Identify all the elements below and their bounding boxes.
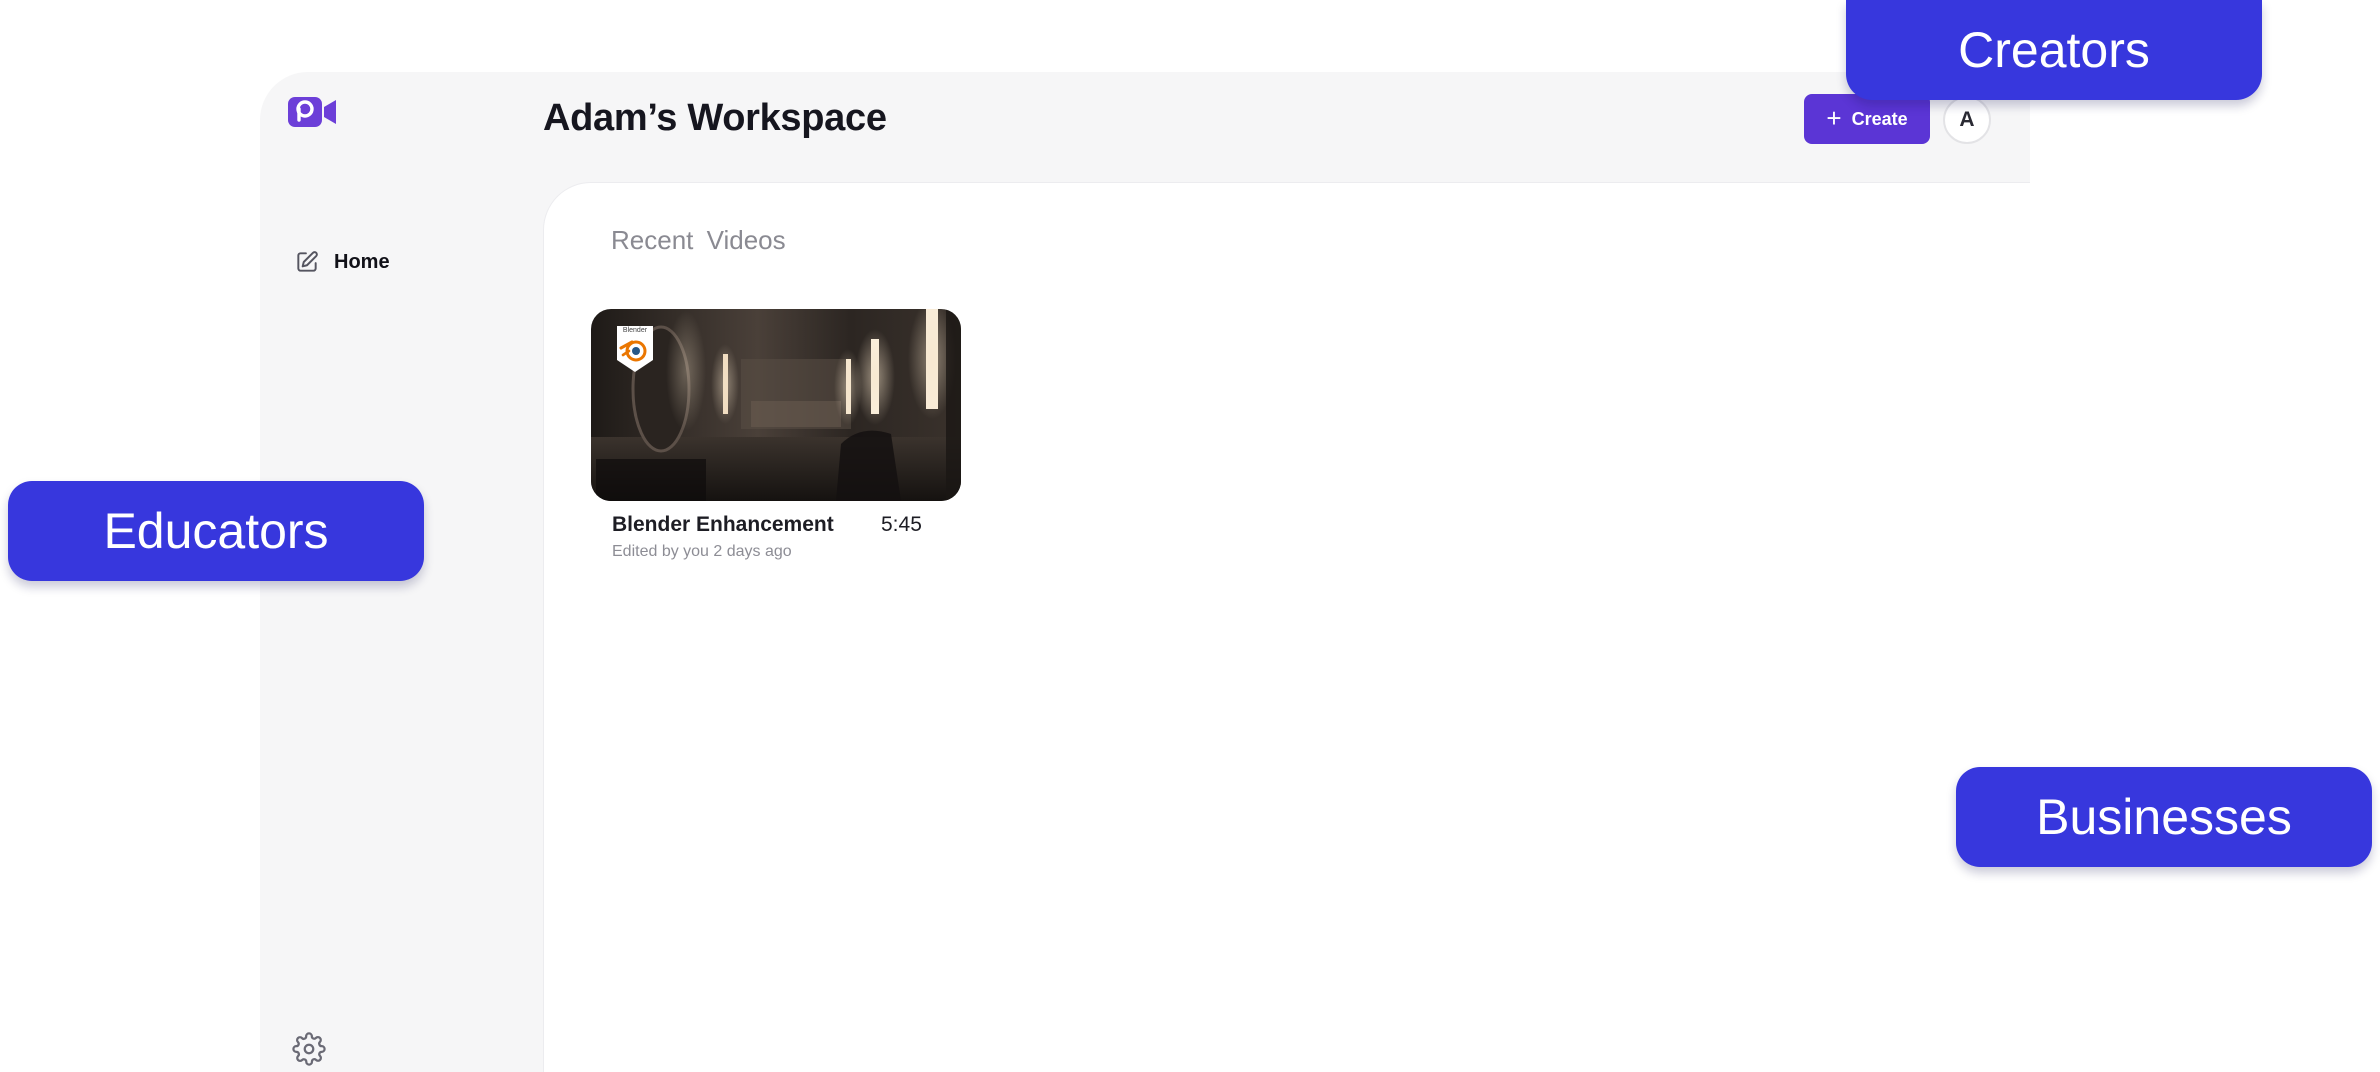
blender-badge: Blender: [615, 324, 655, 374]
video-title[interactable]: Blender Enhancement: [612, 513, 834, 537]
label-educators: Educators: [8, 481, 424, 581]
gear-icon[interactable]: [292, 1032, 326, 1066]
label-creators: Creators: [1846, 0, 2262, 100]
main-panel: Recent Videos Blender Blender Enhancemen…: [543, 182, 2030, 1072]
sidebar-item-label: Home: [334, 250, 390, 273]
app-window: Adam’s Workspace + Create A Home Recent …: [260, 72, 2030, 1072]
video-meta: Edited by you 2 days ago: [612, 543, 792, 560]
video-duration: 5:45: [881, 513, 922, 536]
blender-badge-label: Blender: [622, 327, 648, 334]
video-thumbnail[interactable]: Blender: [591, 309, 961, 501]
label-businesses: Businesses: [1956, 767, 2372, 867]
create-button[interactable]: + Create: [1804, 94, 1930, 144]
avatar[interactable]: A: [1943, 96, 1991, 144]
section-title: Recent Videos: [611, 225, 786, 255]
sidebar-item-home[interactable]: Home: [294, 242, 390, 282]
edit-icon: [297, 251, 318, 272]
camera-logo-icon[interactable]: [288, 94, 338, 130]
video-card[interactable]: Blender Blender Enhancement 5:45 Edited …: [591, 309, 961, 560]
page-title: Adam’s Workspace: [543, 97, 887, 139]
create-button-label: Create: [1851, 108, 1908, 129]
plus-icon: +: [1826, 102, 1842, 133]
